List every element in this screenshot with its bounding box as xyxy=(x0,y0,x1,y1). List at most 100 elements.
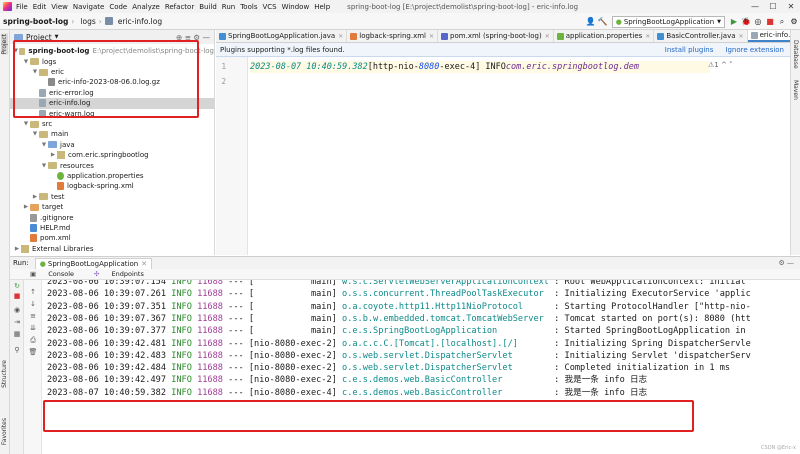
console-logger: o.a.coyote.http11.Http11NioProtocol xyxy=(342,301,549,312)
tree-item[interactable]: ▶ com.eric.springbootlog xyxy=(10,150,214,161)
breadcrumb-file[interactable]: eric-info.log xyxy=(118,17,162,26)
endpoints-tab[interactable]: ✣ Endpoints xyxy=(84,270,144,278)
clear-icon[interactable]: 🗑 xyxy=(28,348,38,357)
editor-tab[interactable]: eric-info.log✕ xyxy=(747,30,790,42)
tree-item[interactable]: ▼ src xyxy=(10,119,214,130)
tree-item[interactable]: ▶ target xyxy=(10,202,214,213)
stop-icon[interactable]: ■ xyxy=(12,292,22,301)
layout-icon[interactable]: ▦ xyxy=(12,330,22,339)
run-panel-settings-icon[interactable]: ⚙ — xyxy=(778,259,794,267)
menu-item-tools[interactable]: Tools xyxy=(240,3,257,11)
menu-item-file[interactable]: File xyxy=(16,3,28,11)
menu-item-refactor[interactable]: Refactor xyxy=(165,3,194,11)
build-hammer-icon[interactable]: 🔨 xyxy=(597,17,609,26)
menu-item-vcs[interactable]: VCS xyxy=(262,3,276,11)
editor-tab[interactable]: logback-spring.xml ✕ xyxy=(347,30,439,42)
tree-item[interactable]: ▶ test xyxy=(10,192,214,203)
tree-item[interactable]: .gitignore xyxy=(10,212,214,223)
console-dashes: --- xyxy=(228,375,244,386)
chevron-down-icon[interactable]: ▼ xyxy=(31,131,39,137)
debug-icon[interactable]: 🐞 xyxy=(740,17,752,26)
run-icon[interactable]: ▶ xyxy=(728,17,740,26)
camera-icon[interactable]: ◉ xyxy=(12,306,22,315)
chevron-down-icon[interactable]: ▼ xyxy=(40,163,48,169)
endpoints-tab-label: Endpoints xyxy=(111,270,144,278)
tree-item[interactable]: ▼ main xyxy=(10,129,214,140)
stop-icon[interactable]: ■ xyxy=(764,17,776,26)
rerun-icon[interactable]: ↻ xyxy=(12,282,22,291)
editor-tab[interactable]: SpringBootLogApplication.java ✕ xyxy=(216,30,348,42)
console-level: INFO xyxy=(171,375,192,386)
menu-item-edit[interactable]: Edit xyxy=(33,3,47,11)
console-timestamp: 2023-08-06 10:39:07.154 xyxy=(47,280,166,287)
search-icon[interactable]: ⌕ xyxy=(776,17,788,27)
minimize-icon[interactable]: — xyxy=(746,2,764,11)
chevron-right-icon[interactable]: ▶ xyxy=(13,246,21,252)
editor-line-1[interactable]: 2023-08-07 10:40:59.382 [http-nio- 8080 … xyxy=(250,61,710,73)
close-icon[interactable]: ✕ xyxy=(429,33,434,40)
editor-tab[interactable]: pom.xml (spring-boot-log) ✕ xyxy=(438,30,554,42)
stripe-database[interactable]: Database xyxy=(792,40,799,69)
stripe-project[interactable]: Project xyxy=(1,34,8,55)
editor-area[interactable] xyxy=(216,57,790,255)
console-logger: c.e.s.SpringBootLogApplication xyxy=(342,326,549,337)
close-icon[interactable]: ✕ xyxy=(141,260,147,268)
breadcrumb-logs[interactable]: logs xyxy=(80,17,95,26)
chevron-down-icon[interactable]: ▼ xyxy=(40,142,48,148)
settings-icon[interactable]: ⚙ xyxy=(788,17,800,26)
menu-item-code[interactable]: Code xyxy=(109,3,127,11)
editor-tab[interactable]: application.properties ✕ xyxy=(554,30,655,42)
pin-icon[interactable]: ⚲ xyxy=(12,346,22,355)
console-logger: c.e.s.demos.web.BasicController xyxy=(342,375,549,386)
scroll-up-icon[interactable]: ↑ xyxy=(28,288,38,297)
tree-item[interactable]: HELP.md xyxy=(10,223,214,234)
chevron-right-icon[interactable]: ▶ xyxy=(22,204,30,210)
ignore-extension-link[interactable]: Ignore extension xyxy=(725,46,784,54)
close-icon[interactable]: ✕ xyxy=(782,2,800,11)
tree-item[interactable]: ▼ java xyxy=(10,140,214,151)
editor-tab-label: SpringBootLogApplication.java xyxy=(228,32,336,40)
tree-item[interactable]: logback-spring.xml xyxy=(10,181,214,192)
coverage-icon[interactable]: ◎ xyxy=(752,17,764,26)
menu-item-analyze[interactable]: Analyze xyxy=(132,3,160,11)
stripe-structure[interactable]: Structure xyxy=(1,360,8,388)
scroll-down-icon[interactable]: ↓ xyxy=(28,300,38,309)
scroll-to-end-icon[interactable]: ⇊ xyxy=(28,324,38,333)
user-icon[interactable]: 👤 xyxy=(585,17,597,26)
close-icon[interactable]: ✕ xyxy=(338,33,343,40)
tree-item-label: main xyxy=(51,130,69,139)
menu-item-view[interactable]: View xyxy=(51,3,68,11)
console-timestamp: 2023-08-06 10:39:42.481 xyxy=(47,338,166,349)
run-configuration-select[interactable]: ● SpringBootLogApplication ▼ xyxy=(611,15,725,28)
maximize-icon[interactable]: ☐ xyxy=(764,2,782,11)
tree-item[interactable]: application.properties xyxy=(10,171,214,182)
soft-wrap-icon[interactable]: ≡ xyxy=(28,312,38,321)
menu-item-navigate[interactable]: Navigate xyxy=(73,3,104,11)
tree-item-label: test xyxy=(51,192,65,201)
breadcrumb-project[interactable]: spring-boot-log xyxy=(3,17,68,26)
exit-icon[interactable]: ⇥ xyxy=(12,318,22,327)
close-icon[interactable]: ✕ xyxy=(739,33,744,40)
inspection-widget[interactable]: ⚠1 ^ ˅ xyxy=(708,61,733,69)
menu-item-window[interactable]: Window xyxy=(282,3,310,11)
chevron-right-icon[interactable]: ▶ xyxy=(49,152,57,158)
chevron-right-icon[interactable]: ▶ xyxy=(31,194,39,200)
close-icon[interactable]: ✕ xyxy=(645,33,650,40)
tree-item[interactable]: ▼ resources xyxy=(10,160,214,171)
stripe-maven[interactable]: Maven xyxy=(792,80,799,100)
close-icon[interactable]: ✕ xyxy=(545,33,550,40)
console-icon: ▣ xyxy=(30,270,39,278)
chevron-down-icon[interactable]: ▼ xyxy=(22,121,30,127)
tree-item[interactable]: pom.xml xyxy=(10,233,214,244)
menu-item-help[interactable]: Help xyxy=(314,3,330,11)
print-icon[interactable]: ⎙ xyxy=(28,336,38,345)
menu-item-build[interactable]: Build xyxy=(199,3,217,11)
editor-tab[interactable]: BasicController.java ✕ xyxy=(654,30,748,42)
install-plugins-link[interactable]: Install plugins xyxy=(665,46,714,54)
console-level: INFO xyxy=(171,313,192,324)
stripe-favorites[interactable]: Favorites xyxy=(1,418,8,445)
console-tab[interactable]: ▣ Console xyxy=(20,270,74,278)
tree-item[interactable]: ▶ External Libraries xyxy=(10,244,214,255)
run-tab[interactable]: ● SpringBootLogApplication ✕ xyxy=(34,257,153,269)
menu-item-run[interactable]: Run xyxy=(222,3,235,11)
